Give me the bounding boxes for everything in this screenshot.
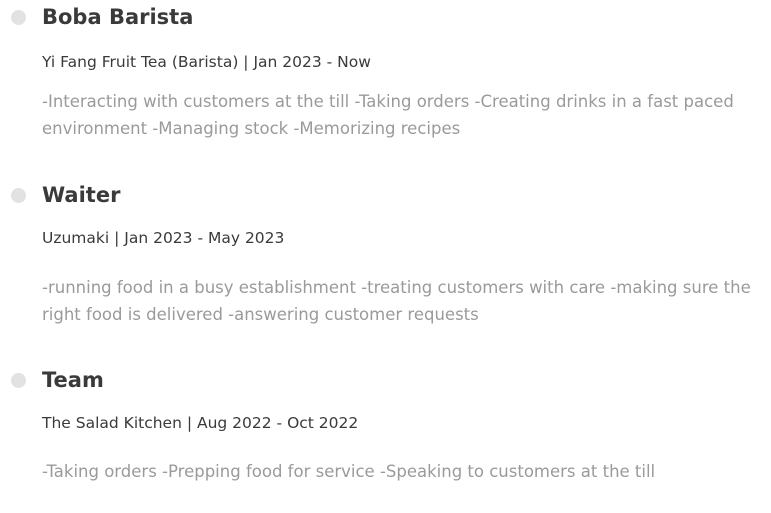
timeline-bullet-icon [11, 10, 26, 25]
job-employer-dates: Uzumaki | Jan 2023 - May 2023 [42, 229, 285, 247]
job-title: Waiter [42, 183, 121, 207]
experience-entry-boba-barista: Boba Barista Yi Fang Fruit Tea (Barista)… [0, 2, 771, 142]
job-title: Boba Barista [42, 5, 194, 29]
job-employer-dates: The Salad Kitchen | Aug 2022 - Oct 2022 [42, 414, 359, 432]
job-description: -Taking orders -Prepping food for servic… [42, 462, 656, 481]
job-employer-dates: Yi Fang Fruit Tea (Barista) | Jan 2023 -… [42, 53, 371, 71]
job-description: -Interacting with customers at the till … [42, 92, 734, 138]
job-description: -running food in a busy establishment -t… [42, 278, 751, 324]
timeline-bullet-icon [11, 188, 26, 203]
experience-entry-team: Team The Salad Kitchen | Aug 2022 - Oct … [0, 365, 771, 513]
job-title: Team [42, 368, 104, 392]
experience-entry-waiter: Waiter Uzumaki | Jan 2023 - May 2023 -ru… [0, 180, 771, 330]
timeline-bullet-icon [11, 373, 26, 388]
